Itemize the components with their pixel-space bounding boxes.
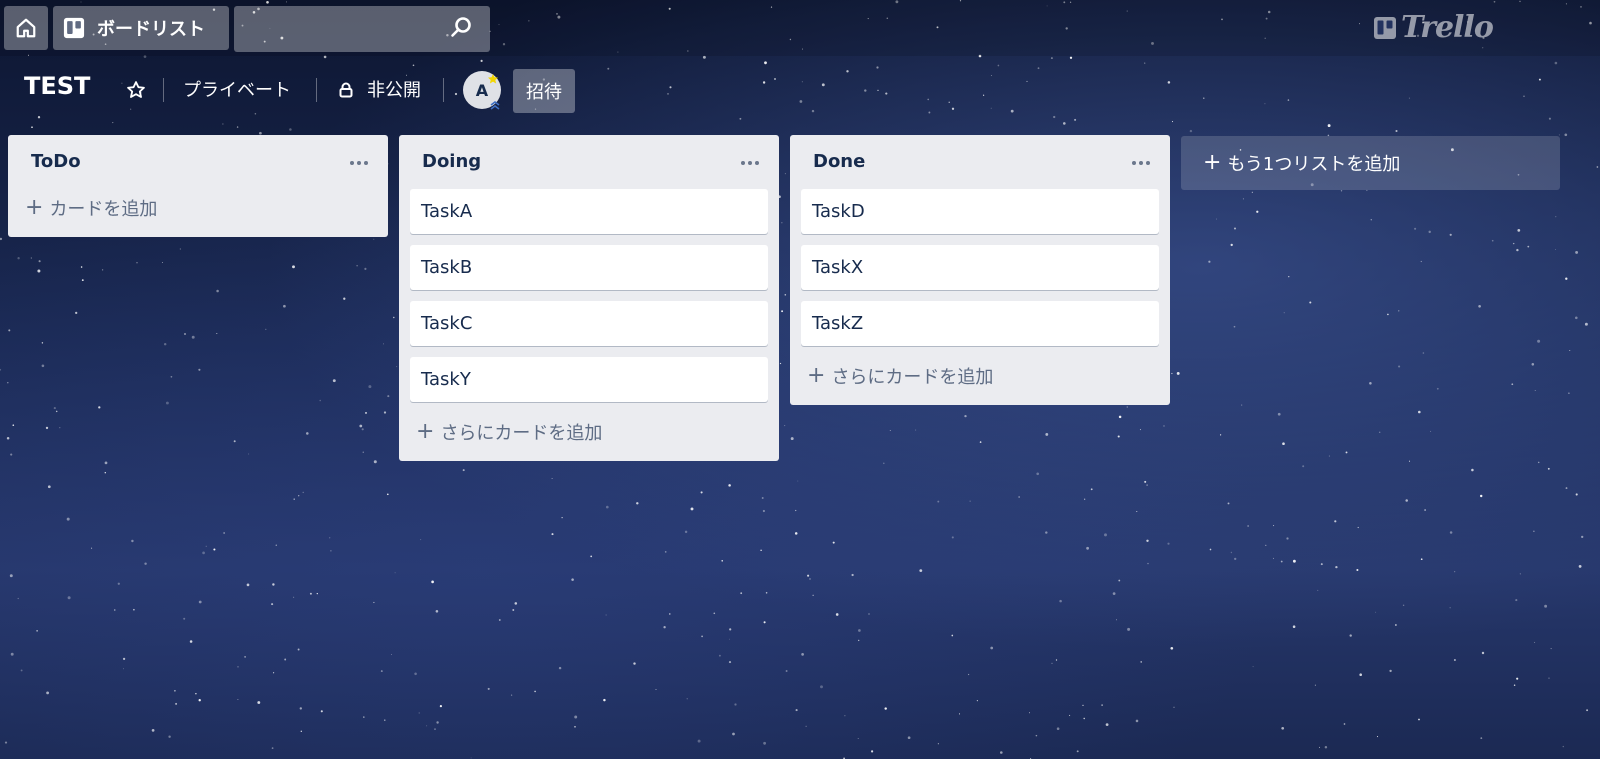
lock-icon [338, 82, 354, 102]
add-card-label: さらにカードを追加 [831, 367, 994, 388]
chevron-up-icon [489, 96, 501, 115]
add-card-button[interactable]: + さらにカードを追加 [410, 413, 768, 451]
boards-button[interactable]: ボードリスト [53, 6, 229, 50]
trello-logo-text: Trello [1401, 10, 1494, 45]
visibility-button[interactable]: プライベート [183, 76, 291, 102]
board-title[interactable]: TEST [24, 72, 90, 100]
card[interactable]: TaskC [410, 301, 768, 346]
list-doing: Doing TaskA TaskB TaskC TaskY + さらにカードを追… [399, 135, 779, 461]
list-header[interactable]: ToDo [19, 135, 377, 189]
list-header[interactable]: Done [801, 135, 1159, 189]
list-title[interactable]: Doing [422, 151, 481, 172]
list-done: Done TaskD TaskX TaskZ + さらにカードを追加 [790, 135, 1170, 405]
list-todo: ToDo + カードを追加 [8, 135, 388, 237]
star-badge-icon [487, 70, 499, 89]
boards-label: ボードリスト [97, 19, 205, 40]
invite-button[interactable]: 招待 [513, 69, 575, 113]
card[interactable]: TaskZ [801, 301, 1159, 346]
card[interactable]: TaskY [410, 357, 768, 402]
more-icon[interactable] [347, 151, 371, 175]
plus-icon: + [25, 195, 44, 220]
add-card-button[interactable]: + さらにカードを追加 [801, 357, 1159, 395]
board-icon [63, 17, 85, 39]
trello-logo-icon [1373, 16, 1397, 40]
home-icon [15, 17, 37, 39]
add-card-label: カードを追加 [49, 199, 158, 220]
add-list-button[interactable]: + もう1つリストを追加 [1181, 136, 1560, 190]
add-list-label: もう1つリストを追加 [1227, 154, 1401, 175]
add-card-button[interactable]: + カードを追加 [19, 189, 377, 227]
list-title[interactable]: Done [813, 151, 865, 172]
plus-icon: + [416, 419, 435, 444]
privacy-button[interactable]: 非公開 [367, 76, 421, 102]
card[interactable]: TaskX [801, 245, 1159, 290]
plus-icon: + [807, 363, 826, 388]
list-title[interactable]: ToDo [31, 151, 81, 172]
more-icon[interactable] [738, 151, 762, 175]
header-divider [443, 78, 444, 102]
list-header[interactable]: Doing [410, 135, 768, 189]
trello-logo[interactable]: Trello [1373, 10, 1494, 45]
card[interactable]: TaskB [410, 245, 768, 290]
add-card-label: さらにカードを追加 [440, 423, 603, 444]
top-header: ボードリスト Trello [0, 0, 1600, 56]
home-button[interactable] [4, 6, 48, 50]
star-icon[interactable] [126, 80, 146, 104]
card[interactable]: TaskA [410, 189, 768, 234]
header-divider [316, 78, 317, 102]
header-divider [163, 78, 164, 102]
search-icon[interactable] [449, 15, 473, 43]
plus-icon: + [1203, 150, 1222, 175]
card[interactable]: TaskD [801, 189, 1159, 234]
more-icon[interactable] [1129, 151, 1153, 175]
